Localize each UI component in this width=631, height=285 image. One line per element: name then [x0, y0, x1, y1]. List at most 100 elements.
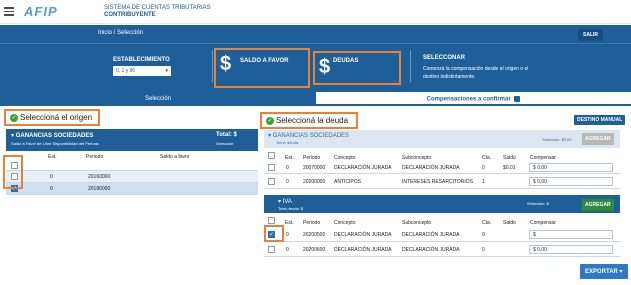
exportar-button[interactable]: EXPORTAR ▾ [580, 264, 628, 279]
cell-est: 0 [286, 247, 289, 253]
ganancias-panel-header[interactable]: ▾ GANANCIAS SOCIEDADES Tiene deuda Selec… [264, 130, 620, 148]
tab-compensaciones-label: Compensaciones a confirmar [426, 96, 511, 103]
row-checkbox[interactable] [268, 178, 275, 185]
saldo-a-favor-title: SALDO A FAVOR [240, 58, 289, 64]
compensar-input[interactable]: $ [529, 230, 613, 239]
cell-cta: 0 [482, 247, 485, 253]
cell-cta: 1 [482, 179, 485, 185]
select-all-checkbox[interactable] [268, 152, 275, 159]
cell-concepto: DECLARACIÓN JURADA [334, 247, 392, 253]
cell-concepto: ANTICIPOS [334, 179, 361, 185]
divider [212, 50, 213, 82]
agregar-button[interactable]: AGREGAR [582, 199, 614, 211]
cell-saldo: $0,01 [503, 165, 516, 171]
seleccione-origen-heading: ✓ Seleccioná el origen [4, 109, 100, 126]
cell-periodo: 20200000 [303, 179, 326, 185]
cell-est: 0 [286, 165, 289, 171]
origen-panel-title: ▾ GANANCIAS SOCIEDADES [11, 133, 94, 139]
compensar-input[interactable]: $ 0,00 [529, 177, 613, 186]
cell-cta: 0 [482, 232, 485, 238]
divider [410, 50, 411, 82]
cell-subconcepto: DECLARACIÓN JURADA [402, 232, 460, 238]
checkbox-highlight [3, 155, 23, 189]
table-row[interactable]: 0 20160000 [6, 171, 258, 183]
compensar-description: Comenzá la compensación desde el origen … [423, 66, 529, 80]
salir-button[interactable]: SALIR [578, 29, 603, 41]
cell-est: 0 [286, 179, 289, 185]
dollar-icon: $ [319, 56, 331, 78]
cell-periodo: 20200600 [303, 247, 326, 253]
cell-subconcepto: DECLARACIÓN JURADA [402, 247, 460, 253]
col-subconcepto: Subconcepto [402, 220, 432, 226]
col-saldo: Saldo [503, 220, 516, 226]
deudas-card[interactable]: $ DEUDAS [313, 51, 401, 85]
cell-cta: 0 [482, 165, 485, 171]
band-divider [0, 43, 631, 44]
cell-est: 0 [50, 174, 53, 180]
origen-panel-subtitle: Saldo a Favor de Libre Disponibilidad de… [11, 141, 100, 146]
establecimiento-value: 0, 1 y 90 [116, 68, 136, 74]
row-checkbox[interactable] [268, 164, 275, 171]
cell-subconcepto: INTERESES RESARCITORIOS [402, 179, 474, 185]
iva-panel-header[interactable]: ▾ IVA Total deuda: $ Selección: $ [264, 195, 620, 213]
cell-periodo: 20200500 [303, 232, 326, 238]
ganancias-title: ▾ GANANCIAS SOCIEDADES [268, 133, 350, 139]
brand-line-2: CONTRIBUYENTE [104, 12, 156, 18]
origen-total: Total: $ [216, 132, 237, 138]
breadcrumb: Inicio / Selección [98, 30, 144, 36]
check-circle-icon: ✓ [266, 116, 274, 125]
col-cta: Cta. [482, 220, 492, 226]
checkbox-highlight [264, 225, 284, 242]
origen-seleccion: Selección [216, 141, 234, 146]
agregar-button-disabled[interactable]: AGREGAR [582, 133, 614, 145]
col-periodo: Periodo [303, 220, 321, 226]
badge-icon [514, 96, 521, 102]
tab-compensaciones[interactable]: Compensaciones a confirmar [316, 92, 631, 106]
col-concepto: Concepto [334, 220, 356, 226]
select-all-checkbox[interactable] [268, 217, 275, 224]
row-checkbox[interactable] [268, 246, 275, 253]
table-row[interactable] [6, 160, 258, 171]
table-row[interactable]: 0 20070000 DECLARACIÓN JURADA DECLARACIÓ… [264, 161, 620, 174]
col-compensar: Compensar [530, 220, 556, 226]
deudas-title: DEUDAS [333, 58, 359, 64]
iva-seleccion: Selección: $ [527, 201, 549, 206]
dollar-icon: $ [220, 53, 232, 75]
table-row[interactable]: ✓ 0 20200500 DECLARACIÓN JURADA DECLARAC… [264, 227, 620, 242]
origen-panel-header[interactable]: ▾ GANANCIAS SOCIEDADES Saldo a Favor de … [6, 129, 258, 151]
brand-line-1: SISTEMA DE CUENTAS TRIBUTARIAS [104, 5, 211, 11]
cell-periodo: 20180000 [88, 186, 111, 192]
compensar-input[interactable]: $ 0,00 [529, 163, 613, 172]
chevron-down-icon: ▾ [165, 68, 168, 74]
hamburger-menu-icon[interactable] [4, 7, 14, 16]
table-row[interactable]: ✓ 0 20180000 [6, 183, 258, 195]
origen-heading-text: Seleccioná el origen [20, 113, 93, 122]
table-row[interactable]: 0 20200000 ANTICIPOS INTERESES RESARCITO… [264, 174, 620, 189]
cell-concepto: DECLARACIÓN JURADA [334, 165, 392, 171]
cell-subconcepto: DECLARACIÓN JURADA [402, 165, 460, 171]
seleccione-deuda-heading: ✓ Seleccioná la deuda [260, 112, 358, 129]
destino-manual-button[interactable]: DESTINO MANUAL [574, 115, 626, 125]
cell-concepto: DECLARACIÓN JURADA [334, 232, 392, 238]
iva-title: ▾ IVA [278, 199, 292, 205]
establecimiento-select[interactable]: 0, 1 y 90 ▾ [113, 66, 171, 76]
afip-logo: AFIP [24, 4, 58, 19]
ganancias-subtitle: Tiene deuda [276, 140, 299, 145]
tab-seleccion[interactable]: Selección [0, 92, 316, 106]
cell-est: 0 [50, 186, 53, 192]
top-bar: AFIP SISTEMA DE CUENTAS TRIBUTARIAS CONT… [0, 0, 631, 24]
cell-periodo: 20160000 [88, 174, 111, 180]
col-est: Est. [285, 220, 294, 226]
saldo-a-favor-card[interactable]: $ SALDO A FAVOR [214, 48, 310, 88]
establecimiento-label: ESTABLECIMIENTO [113, 57, 170, 63]
cell-est: 0 [286, 232, 289, 238]
cell-periodo: 20070000 [303, 165, 326, 171]
brand-title: SISTEMA DE CUENTAS TRIBUTARIAS CONTRIBUY… [104, 5, 211, 19]
iva-subtitle: Total deuda: $ [278, 206, 304, 211]
table-row[interactable]: 0 20200600 DECLARACIÓN JURADA DECLARACIÓ… [264, 242, 620, 257]
compensar-title: SELECCONAR [423, 55, 466, 61]
check-circle-icon: ✓ [10, 113, 18, 122]
deuda-heading-text: Seleccioná la deuda [276, 116, 349, 125]
ganancias-seleccion: Selección: $0,00 [542, 137, 572, 142]
compensar-input[interactable]: $ 0,00 [529, 245, 613, 254]
